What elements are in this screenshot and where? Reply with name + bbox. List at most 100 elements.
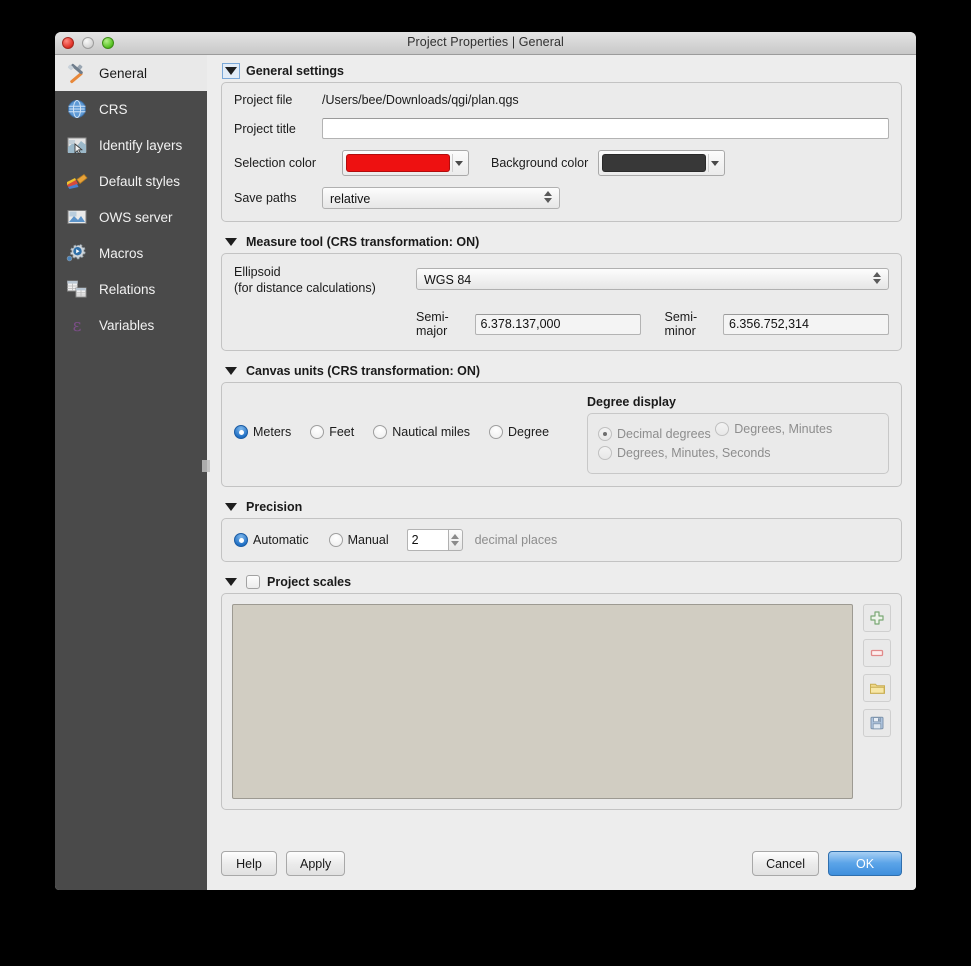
add-scale-button[interactable] (863, 604, 891, 632)
cancel-button[interactable]: Cancel (752, 851, 819, 876)
precision-body: Automatic Manual decimal places (221, 518, 902, 562)
decimal-places-stepper[interactable] (406, 529, 463, 551)
measure-tool-header: Measure tool (CRS transformation: ON) (223, 234, 902, 250)
radio-icon (234, 533, 248, 547)
sidebar-label: Default styles (99, 173, 181, 189)
unit-option-degree[interactable]: Degree (489, 425, 549, 439)
background-color-label: Background color (491, 156, 589, 170)
background-color-dropdown[interactable] (708, 154, 721, 172)
degree-option-degrees-minutes: Degrees, Minutes (715, 422, 832, 436)
general-settings-body: Project file /Users/bee/Downloads/qgi/pl… (221, 82, 902, 222)
ellipsoid-row: Ellipsoid (for distance calculations) WG… (234, 264, 889, 296)
group-title: Precision (246, 500, 303, 514)
radio-icon (489, 425, 504, 439)
unit-option-nautical-miles[interactable]: Nautical miles (373, 425, 470, 439)
semi-major-input[interactable] (474, 313, 641, 335)
project-scales-header: Project scales (223, 574, 902, 590)
save-scales-button[interactable] (863, 709, 891, 737)
sidebar-label: Relations (99, 281, 156, 297)
sidebar-item-macros[interactable]: Macros (55, 235, 207, 271)
degree-option-decimal: Decimal degrees (598, 427, 711, 441)
unit-label: Nautical miles (392, 425, 471, 439)
stepper-arrows-icon[interactable] (447, 529, 463, 551)
ok-button[interactable]: OK (828, 851, 902, 876)
combo-arrows-icon (873, 272, 881, 284)
sidebar-item-identify-layers[interactable]: Identify layers (55, 127, 207, 163)
degree-label: Decimal degrees (617, 427, 711, 441)
project-title-input[interactable] (322, 118, 889, 139)
project-file-value: /Users/bee/Downloads/qgi/plan.qgs (322, 93, 519, 107)
sidebar-item-default-styles[interactable]: Default styles (55, 163, 207, 199)
group-title: Project scales (267, 575, 352, 589)
precision-option-manual[interactable]: Manual (328, 533, 389, 547)
paintbrush-icon (65, 170, 89, 192)
sidebar-item-general[interactable]: General (55, 55, 207, 91)
sidebar-item-ows-server[interactable]: OWS server (55, 199, 207, 235)
project-scales-list[interactable] (232, 604, 853, 799)
collapse-general-icon[interactable] (222, 63, 240, 79)
unit-option-meters[interactable]: Meters (234, 425, 291, 439)
radio-icon (328, 533, 343, 547)
ellipsoid-value: WGS 84 (424, 273, 472, 287)
tools-icon (65, 62, 89, 84)
precision-label: Automatic (253, 533, 309, 547)
save-paths-combo[interactable]: relative (322, 187, 560, 209)
project-properties-dialog: Project Properties | General General CRS… (55, 32, 916, 890)
apply-button[interactable]: Apply (286, 851, 346, 876)
sidebar-label: Variables (99, 317, 155, 333)
project-scales-toolbar (863, 604, 891, 799)
precision-header: Precision (223, 499, 902, 515)
sidebar-item-variables[interactable]: ε Variables (55, 307, 207, 343)
project-scales-body (221, 593, 902, 810)
canvas-units-body: Meters Feet Nautical miles Degree Degree… (221, 382, 902, 487)
dialog-footer: Help Apply Cancel OK (221, 851, 902, 876)
ellipsoid-label: Ellipsoid (234, 265, 281, 279)
general-settings-panel: General settings Project file /Users/bee… (202, 55, 916, 890)
save-paths-row: Save paths relative (234, 187, 889, 209)
general-settings-header: General settings (222, 63, 902, 79)
radio-icon (373, 425, 388, 439)
radio-icon (234, 425, 248, 439)
sidebar-label: OWS server (99, 209, 173, 225)
selection-color-button[interactable] (342, 150, 469, 176)
collapse-canvas-icon[interactable] (223, 364, 239, 378)
help-button[interactable]: Help (221, 851, 277, 876)
collapse-measure-icon[interactable] (223, 235, 239, 249)
save-paths-label: Save paths (234, 191, 297, 205)
precision-option-automatic[interactable]: Automatic (234, 533, 309, 547)
save-paths-value: relative (330, 192, 371, 206)
panel-resize-handle[interactable] (202, 460, 210, 472)
semi-axes-row: Semi-major Semi-minor (234, 310, 889, 338)
background-color-swatch (602, 154, 707, 172)
semi-minor-input[interactable] (723, 313, 889, 335)
radio-icon (310, 425, 325, 439)
ellipsoid-combo[interactable]: WGS 84 (416, 268, 889, 290)
radio-icon (715, 422, 730, 436)
window-titlebar[interactable]: Project Properties | General (55, 32, 916, 55)
decimal-places-input[interactable] (406, 529, 448, 551)
sidebar-item-crs[interactable]: CRS (55, 91, 207, 127)
radio-icon (598, 446, 612, 460)
remove-scale-button[interactable] (863, 639, 891, 667)
degree-option-degrees-minutes-seconds: Degrees, Minutes, Seconds (598, 446, 771, 460)
collapse-precision-icon[interactable] (223, 500, 239, 514)
unit-option-feet[interactable]: Feet (310, 425, 354, 439)
sidebar-label: Identify layers (99, 137, 183, 153)
open-scales-button[interactable] (863, 674, 891, 702)
gear-play-icon (65, 242, 89, 264)
semi-minor-label: Semi-minor (664, 310, 698, 338)
degree-display-group: Decimal degrees Degrees, Minutes Degrees… (587, 413, 889, 474)
collapse-scales-icon[interactable] (223, 575, 239, 589)
sidebar-item-relations[interactable]: Relations (55, 271, 207, 307)
window-title: Project Properties | General (407, 35, 564, 49)
epsilon-icon: ε (65, 314, 89, 336)
background-color-button[interactable] (598, 150, 726, 176)
project-scales-checkbox[interactable] (246, 575, 260, 589)
group-title: General settings (246, 64, 344, 78)
project-title-row: Project title (234, 118, 889, 139)
svg-text:ε: ε (73, 316, 82, 336)
sidebar-label: General (99, 65, 148, 81)
tables-icon (65, 278, 89, 300)
globe-icon (65, 98, 89, 120)
selection-color-dropdown[interactable] (452, 154, 465, 172)
